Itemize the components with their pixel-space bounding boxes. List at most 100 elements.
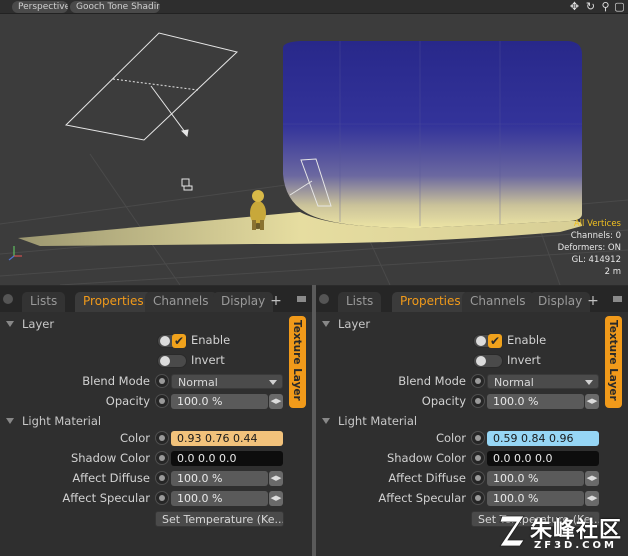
shadow-color-field[interactable]: 0.0 0.0 0.0: [171, 451, 283, 466]
scene-render: [0, 32, 628, 285]
panel-minimize-icon[interactable]: [613, 296, 622, 302]
affect-diffuse-field[interactable]: 100.0 %: [487, 471, 584, 486]
color-field[interactable]: 0.59 0.84 0.96: [487, 431, 599, 446]
channels-info: Channels: 0: [570, 231, 621, 241]
blend-mode-value: Normal: [494, 376, 534, 389]
maximize-icon[interactable]: ▢: [613, 0, 626, 14]
gl-polycount-info: GL: 414912: [571, 255, 621, 265]
tab-display[interactable]: Display: [530, 292, 591, 312]
layer-section-header[interactable]: Layer: [322, 317, 370, 331]
shadow-color-label: Shadow Color: [70, 451, 150, 465]
view-type-tab[interactable]: Perspective: [12, 1, 68, 13]
opacity-label: Opacity: [421, 394, 466, 408]
panel-menu-icon[interactable]: [319, 294, 329, 304]
light-material-section-header[interactable]: Light Material: [322, 414, 417, 428]
blend-mode-dropdown[interactable]: Normal: [487, 374, 599, 389]
add-tab-button[interactable]: +: [269, 291, 283, 311]
shading-mode-tab[interactable]: Gooch Tone Shadin...: [70, 1, 160, 13]
opacity-channel-dot[interactable]: [471, 394, 485, 408]
panel-menu-icon[interactable]: [3, 294, 13, 304]
backdrop-wall: [283, 41, 582, 228]
affect-diffuse-field[interactable]: 100.0 %: [171, 471, 268, 486]
color-label: Color: [435, 431, 466, 445]
affect-specular-label: Affect Specular: [62, 491, 150, 505]
tab-lists[interactable]: Lists: [22, 292, 66, 312]
affect-diffuse-channel-dot[interactable]: [471, 471, 485, 485]
affect-specular-spinner[interactable]: ◀▶: [269, 491, 283, 506]
add-tab-button[interactable]: +: [586, 291, 600, 311]
search-icon[interactable]: ⚲: [599, 0, 612, 14]
opacity-field[interactable]: 100.0 %: [487, 394, 584, 409]
panel-minimize-icon[interactable]: [297, 296, 306, 302]
affect-specular-channel-dot[interactable]: [155, 491, 169, 505]
affect-specular-channel-dot[interactable]: [471, 491, 485, 505]
shadow-color-channel-dot[interactable]: [155, 451, 169, 465]
deformers-info: Deformers: ON: [557, 243, 621, 253]
refresh-icon[interactable]: ↻: [584, 0, 597, 14]
camera-gizmo: [181, 178, 193, 191]
blend-mode-channel-dot[interactable]: [155, 374, 169, 388]
collapse-triangle-icon: [6, 418, 14, 424]
invert-toggle[interactable]: [473, 354, 503, 368]
affect-diffuse-spinner[interactable]: ◀▶: [269, 471, 283, 486]
color-channel-dot[interactable]: [155, 431, 169, 445]
opacity-field[interactable]: 100.0 %: [171, 394, 268, 409]
tab-lists[interactable]: Lists: [338, 292, 382, 312]
affect-specular-spinner[interactable]: ◀▶: [585, 491, 599, 506]
character-model: [250, 190, 266, 230]
chevron-down-icon: [585, 380, 593, 385]
texture-layer-side-tab[interactable]: Texture Layer: [605, 316, 622, 408]
color-field[interactable]: 0.93 0.76 0.44: [171, 431, 283, 446]
move-view-icon[interactable]: ✥: [568, 0, 581, 14]
affect-specular-field[interactable]: 100.0 %: [487, 491, 584, 506]
affect-diffuse-spinner[interactable]: ◀▶: [585, 471, 599, 486]
blend-mode-dropdown[interactable]: Normal: [171, 374, 283, 389]
zf3d-logo-icon: [499, 515, 525, 547]
invert-toggle[interactable]: [157, 354, 187, 368]
properties-panel-left: Lists Properties Channels Display + Laye…: [0, 286, 312, 556]
texture-layer-label: Texture Layer: [291, 320, 303, 401]
shadow-color-channel-dot[interactable]: [471, 451, 485, 465]
tab-properties[interactable]: Properties: [75, 292, 152, 312]
tab-channels[interactable]: Channels: [145, 292, 217, 312]
enable-label: Enable: [507, 333, 547, 347]
light-material-section-label: Light Material: [338, 414, 418, 428]
tab-display[interactable]: Display: [213, 292, 274, 312]
light-material-section-header[interactable]: Light Material: [6, 414, 101, 428]
layer-section-label: Layer: [338, 317, 371, 331]
viewport-header: Perspective Gooch Tone Shadin... ✥ ↻ ⚲ ▢: [0, 0, 628, 14]
tab-channels[interactable]: Channels: [462, 292, 534, 312]
opacity-channel-dot[interactable]: [155, 394, 169, 408]
opacity-label: Opacity: [105, 394, 150, 408]
light-material-section-label: Light Material: [22, 414, 102, 428]
opacity-spinner[interactable]: ◀▶: [269, 394, 283, 409]
blend-mode-value: Normal: [178, 376, 218, 389]
color-channel-dot[interactable]: [471, 431, 485, 445]
texture-layer-side-tab[interactable]: Texture Layer: [289, 316, 306, 408]
blend-mode-label: Blend Mode: [398, 374, 466, 388]
shadow-color-field[interactable]: 0.0 0.0 0.0: [487, 451, 599, 466]
tab-properties[interactable]: Properties: [392, 292, 469, 312]
collapse-triangle-icon: [322, 321, 330, 327]
texture-layer-label: Texture Layer: [607, 320, 619, 401]
enable-checkbox[interactable]: ✔: [172, 334, 186, 348]
enable-checkbox[interactable]: ✔: [488, 334, 502, 348]
invert-label: Invert: [191, 353, 225, 367]
enable-label: Enable: [191, 333, 231, 347]
3d-viewport[interactable]: Perspective Gooch Tone Shadin... ✥ ↻ ⚲ ▢: [0, 0, 628, 285]
affect-diffuse-label: Affect Diffuse: [72, 471, 150, 485]
affect-diffuse-channel-dot[interactable]: [155, 471, 169, 485]
panel-tabbar: Lists Properties Channels Display +: [0, 286, 312, 312]
affect-specular-field[interactable]: 100.0 %: [171, 491, 268, 506]
shadow-color-label: Shadow Color: [386, 451, 466, 465]
layer-section-label: Layer: [22, 317, 55, 331]
opacity-spinner[interactable]: ◀▶: [585, 394, 599, 409]
watermark-subtitle: ZF3D.COM: [534, 540, 617, 551]
collapse-triangle-icon: [6, 321, 14, 327]
blend-mode-channel-dot[interactable]: [471, 374, 485, 388]
set-temperature-button[interactable]: Set Temperature (Ke...: [155, 511, 284, 527]
area-light-gizmo: [64, 32, 239, 141]
collapse-triangle-icon: [322, 418, 330, 424]
chevron-down-icon: [269, 380, 277, 385]
layer-section-header[interactable]: Layer: [6, 317, 54, 331]
